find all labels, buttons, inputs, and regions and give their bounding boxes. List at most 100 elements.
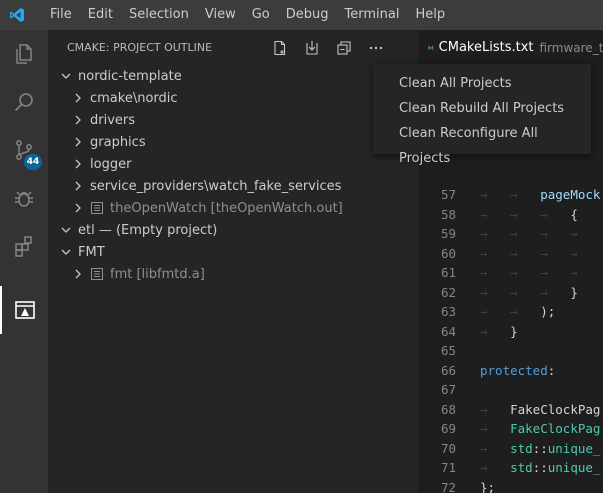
configure-button[interactable] [269, 37, 291, 59]
code-token: :: [532, 460, 548, 475]
whitespace-marker: → → → → [480, 226, 601, 241]
tree-item[interactable]: theOpenWatch [theOpenWatch.out] [48, 197, 418, 219]
tree-item[interactable]: FMT [48, 241, 418, 263]
source-control-badge: 44 [24, 154, 42, 170]
line-number: 63 [440, 304, 456, 319]
menu-help[interactable]: Help [407, 0, 453, 30]
line-number: 72 [440, 479, 456, 493]
chevron-right-icon [75, 181, 81, 191]
tree-item[interactable]: drivers [48, 109, 418, 131]
tab-bar: CMakeLists.txt firmware_tests [418, 30, 603, 65]
menu-selection[interactable]: Selection [121, 0, 197, 30]
line-number: 59 [440, 226, 456, 241]
cmake-button[interactable] [0, 286, 48, 334]
tree-item-label: graphics [90, 134, 146, 150]
more-actions-button[interactable] [365, 37, 387, 59]
line-number: 61 [440, 265, 456, 280]
whitespace-marker: → [480, 460, 511, 475]
tree-item[interactable]: service_providers\watch_fake_services [48, 175, 418, 197]
tab-cmakelists[interactable]: CMakeLists.txt firmware_tests [418, 30, 603, 65]
tree-item-label: logger [90, 156, 132, 172]
context-menu: Clean All Projects Clean Rebuild All Pro… [373, 64, 591, 166]
debug-button[interactable] [0, 174, 48, 222]
tree-item-label: etl — (Empty project) [78, 222, 218, 238]
code-token: : [547, 362, 556, 378]
tab-subtitle: firmware_tests [539, 40, 603, 55]
code-text: → std::unique_ [480, 458, 600, 478]
line-number: 62 [440, 284, 456, 300]
chevron-right-icon [75, 269, 81, 279]
tree-item[interactable]: fmt [libfmtd.a] [48, 263, 418, 285]
code-token: unique_ [547, 460, 601, 475]
line-number: 58 [440, 206, 456, 222]
build-all-button[interactable] [301, 37, 323, 59]
tab-filename: CMakeLists.txt [438, 40, 534, 55]
clean-reconfigure-all-projects-item[interactable]: Clean Reconfigure All Projects [373, 121, 591, 166]
search-icon [14, 93, 33, 112]
tree-item-label: theOpenWatch [theOpenWatch.out] [110, 200, 343, 216]
explorer-button[interactable] [0, 30, 48, 78]
tree-item[interactable]: cmake\nordic [48, 87, 418, 109]
tree-item[interactable]: etl — (Empty project) [48, 219, 418, 241]
code-text: → → → → [480, 244, 600, 264]
whitespace-marker: → [480, 401, 511, 417]
menu-go[interactable]: Go [244, 0, 278, 30]
code-text: → → → { [480, 205, 578, 225]
chevron-right-icon [75, 203, 81, 213]
new-file-icon [274, 40, 286, 55]
menu-terminal[interactable]: Terminal [337, 0, 408, 30]
clean-all-projects-item[interactable]: Clean All Projects [373, 71, 591, 96]
code-token: ); [540, 304, 556, 319]
cmake-file-icon [428, 45, 434, 50]
code-token: protected [480, 362, 548, 378]
code-token: }; [480, 479, 496, 493]
line-number: 67 [440, 382, 456, 397]
code-text: → → pageMock [480, 185, 600, 205]
line-number: 70 [440, 440, 456, 456]
tree-item-label: service_providers\watch_fake_services [90, 178, 342, 194]
code-text: → → → → [480, 263, 600, 283]
tree-item[interactable]: graphics [48, 131, 418, 153]
code-token: FakeClockPag [510, 401, 601, 417]
code-text: → → ); [480, 302, 555, 322]
menu-file[interactable]: File [42, 0, 80, 30]
whitespace-marker: → → → [480, 284, 571, 300]
code-text: → FakeClockPag [480, 419, 600, 439]
whitespace-marker: → → [480, 304, 541, 319]
whitespace-marker: → → → [480, 206, 571, 222]
code-token: :: [532, 440, 548, 456]
build-download-icon [306, 40, 318, 55]
activity-bar: 44 [0, 30, 48, 493]
code-token: std [510, 460, 533, 475]
code-text: → std::unique_ [480, 439, 600, 459]
tree-item-label: cmake\nordic [90, 90, 178, 106]
code-token: { [570, 206, 578, 222]
code-text: → FakeClockPag [480, 400, 600, 420]
clean-rebuild-all-projects-item[interactable]: Clean Rebuild All Projects [373, 96, 591, 121]
library-target-icon [91, 268, 103, 280]
chevron-down-icon [61, 249, 71, 255]
sidebar-header: CMAKE: PROJECT OUTLINE [48, 30, 418, 65]
menu-debug[interactable]: Debug [278, 0, 337, 30]
code-token: } [510, 323, 518, 339]
line-number: 71 [440, 460, 456, 475]
line-number: 57 [440, 187, 456, 202]
tree-item[interactable]: nordic-template [48, 65, 418, 87]
collapse-all-button[interactable] [333, 37, 355, 59]
line-number: 69 [440, 421, 456, 436]
code-token: FakeClockPag [510, 421, 601, 436]
menu-view[interactable]: View [197, 0, 244, 30]
chevron-right-icon [75, 137, 81, 147]
files-icon [16, 44, 32, 64]
tree-item-label: drivers [90, 112, 136, 128]
line-number: 64 [440, 323, 456, 339]
search-button[interactable] [0, 78, 48, 126]
tree-item-label: FMT [78, 244, 105, 260]
sidebar-title: CMAKE: PROJECT OUTLINE [67, 41, 213, 54]
source-control-button[interactable]: 44 [0, 126, 48, 174]
menu-edit[interactable]: Edit [80, 0, 121, 30]
chevron-down-icon [61, 73, 71, 79]
tree-item[interactable]: logger [48, 153, 418, 175]
collapse-all-icon [337, 40, 351, 55]
extensions-button[interactable] [0, 222, 48, 270]
